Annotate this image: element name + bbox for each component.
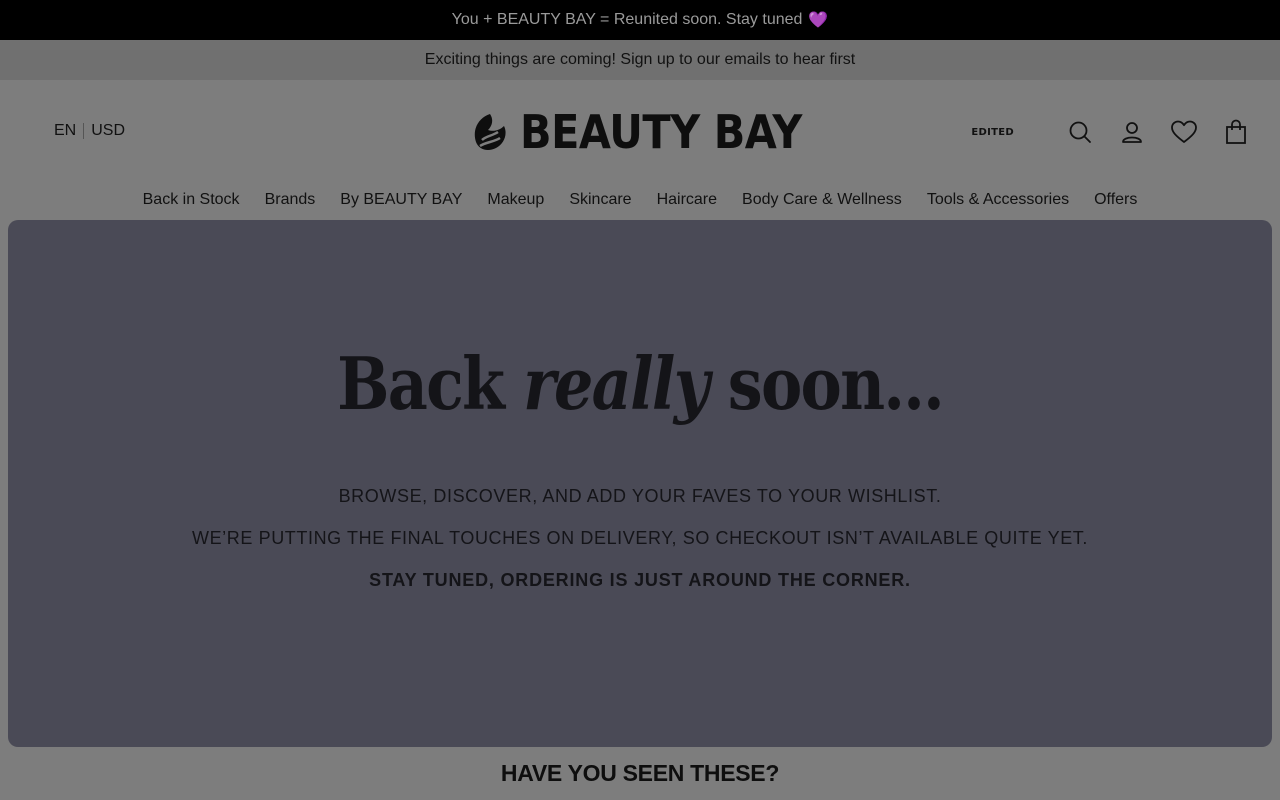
main-navigation: Back in Stock Brands By BEAUTY BAY Makeu… [0,180,1280,220]
announcement-text: You + BEAUTY BAY = Reunited soon. Stay t… [451,11,803,28]
nav-item-tools-accessories[interactable]: Tools & Accessories [927,191,1069,209]
nav-item-back-in-stock[interactable]: Back in Stock [143,191,240,209]
promo-text[interactable]: Exciting things are coming! Sign up to o… [425,51,855,69]
hero-title-before: Back [337,341,505,426]
wishlist-button[interactable] [1170,118,1198,146]
edited-link[interactable]: EDITED [971,127,1014,138]
hero-title: Back really soon... [96,348,1183,420]
search-button[interactable] [1066,118,1094,146]
site-header: EN USD BEAUTY BAY EDITED [0,80,1280,180]
locale-divider [83,123,85,139]
hero-line-wishlist: BROWSE, DISCOVER, AND ADD YOUR FAVES TO … [338,486,942,506]
logo-wordmark: BEAUTY BAY [520,105,802,159]
site-logo[interactable]: BEAUTY BAY [470,105,833,159]
wishlist-heart-icon [1171,120,1197,143]
hero-title-emphasis: really [523,341,710,426]
beauty-bay-logo-mark-icon [474,114,506,150]
bag-icon [1226,119,1246,144]
header-actions: EDITED [971,118,1250,146]
promo-bar[interactable]: Exciting things are coming! Sign up to o… [0,40,1280,80]
hero-line-stay-tuned: STAY TUNED, ORDERING IS JUST AROUND THE … [369,570,911,590]
bag-button[interactable] [1222,118,1250,146]
purple-heart-icon: 💜 [808,12,829,29]
account-icon [1122,122,1142,143]
nav-item-by-beauty-bay[interactable]: By BEAUTY BAY [340,191,462,209]
currency-selector[interactable]: USD [91,122,125,140]
locale-selector[interactable]: EN USD [54,122,125,140]
nav-item-offers[interactable]: Offers [1094,191,1137,209]
language-selector[interactable]: EN [54,122,76,140]
announcement-bar: You + BEAUTY BAY = Reunited soon. Stay t… [0,0,1280,40]
hero-title-after: soon... [727,341,945,426]
section-heading: HAVE YOU SEEN THESE? [500,760,780,786]
nav-item-skincare[interactable]: Skincare [569,191,631,209]
coming-soon-banner: Back really soon... BROWSE, DISCOVER, AN… [8,220,1272,747]
nav-item-body-care-wellness[interactable]: Body Care & Wellness [742,191,902,209]
nav-item-makeup[interactable]: Makeup [487,191,544,209]
account-button[interactable] [1118,118,1146,146]
search-icon [1069,121,1091,143]
nav-item-brands[interactable]: Brands [265,191,316,209]
hero-line-checkout: WE’RE PUTTING THE FINAL TOUCHES ON DELIV… [191,528,1088,548]
nav-item-haircare[interactable]: Haircare [657,191,717,209]
